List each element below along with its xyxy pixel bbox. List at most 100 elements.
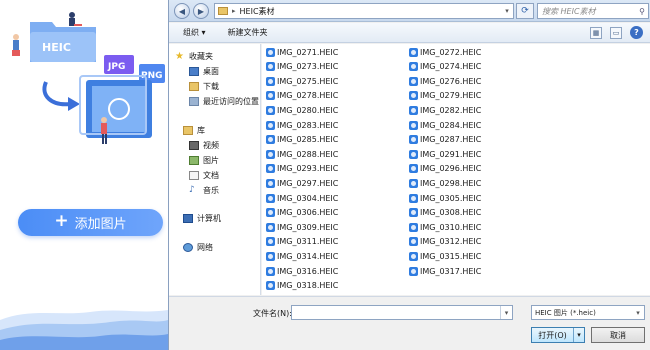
person-sitting-icon [69, 12, 82, 26]
address-bar[interactable]: ▸ HEIC素材 ▾ [214, 3, 514, 19]
file-name: IMG_0304.HEIC [277, 193, 339, 203]
file-item[interactable]: IMG_0278.HEIC [266, 90, 338, 102]
open-button[interactable]: 打开(O) ▾ [531, 327, 585, 343]
file-name: IMG_0311.HEIC [277, 237, 339, 247]
nav-computer[interactable]: 计算机 [183, 212, 221, 225]
file-name: IMG_0272.HEIC [420, 47, 482, 57]
search-input[interactable]: 搜索 HEIC素材 ⚲ [537, 3, 649, 19]
add-image-button[interactable]: + 添加图片 [18, 209, 163, 236]
file-item[interactable]: IMG_0318.HEIC [266, 280, 338, 292]
open-options-icon[interactable]: ▾ [573, 328, 584, 342]
organize-menu[interactable]: 组织 ▾ [183, 27, 206, 38]
heic-file-icon [409, 135, 418, 145]
file-type-value: HEIC 图片 (*.heic) [535, 308, 596, 317]
heic-file-icon [266, 281, 275, 291]
file-item[interactable]: IMG_0279.HEIC [409, 90, 481, 102]
file-item[interactable]: IMG_0287.HEIC [409, 134, 481, 146]
file-item[interactable]: IMG_0305.HEIC [409, 192, 481, 204]
person-pointing-icon [101, 117, 107, 144]
nav-music[interactable]: ♪ 音乐 [189, 184, 219, 197]
file-item[interactable]: IMG_0315.HEIC [409, 250, 481, 262]
heic-file-icon [409, 237, 418, 247]
file-item[interactable]: IMG_0314.HEIC [266, 250, 338, 262]
search-icon: ⚲ [639, 6, 645, 16]
file-item[interactable]: IMG_0312.HEIC [409, 236, 481, 248]
navigation-pane: ★ 收藏夹 桌面 下载 最近访问的位置 库 视频 图片 文档 ♪ 音乐 计算机 … [169, 44, 261, 295]
nav-downloads[interactable]: 下载 [189, 80, 219, 93]
file-item[interactable]: IMG_0304.HEIC [266, 192, 338, 204]
file-item[interactable]: IMG_0308.HEIC [409, 207, 481, 219]
preview-pane-icon[interactable]: ▭ [610, 26, 622, 39]
file-item[interactable]: IMG_0280.HEIC [266, 104, 338, 116]
file-item[interactable]: IMG_0311.HEIC [266, 236, 338, 248]
heic-file-icon [409, 164, 418, 174]
heic-file-icon [266, 120, 275, 130]
jpg-badge-label: JPG [107, 62, 125, 72]
network-icon [183, 243, 193, 252]
nav-favorites[interactable]: ★ 收藏夹 [175, 50, 213, 63]
file-item[interactable]: IMG_0306.HEIC [266, 207, 338, 219]
heic-file-icon [266, 193, 275, 203]
heic-file-icon [266, 164, 275, 174]
file-item[interactable]: IMG_0272.HEIC [409, 46, 481, 58]
file-item[interactable]: IMG_0288.HEIC [266, 148, 338, 160]
nav-videos[interactable]: 视频 [189, 139, 219, 152]
file-item[interactable]: IMG_0275.HEIC [266, 75, 338, 87]
videos-icon [189, 141, 199, 150]
filename-label: 文件名(N): [253, 309, 292, 318]
file-item[interactable]: IMG_0283.HEIC [266, 119, 338, 131]
file-type-select[interactable]: HEIC 图片 (*.heic) ▾ [531, 305, 645, 320]
file-item[interactable]: IMG_0276.HEIC [409, 75, 481, 87]
file-item[interactable]: IMG_0316.HEIC [266, 265, 338, 277]
back-button[interactable]: ◀ [174, 3, 190, 19]
downloads-folder-icon [189, 82, 199, 91]
nav-recent[interactable]: 最近访问的位置 [189, 95, 259, 108]
heic-file-icon [266, 135, 275, 145]
search-placeholder: 搜索 HEIC素材 [542, 6, 596, 16]
nav-downloads-label: 下载 [203, 82, 219, 91]
nav-network[interactable]: 网络 [183, 241, 213, 254]
nav-network-label: 网络 [197, 243, 213, 252]
refresh-button[interactable]: ⟳ [516, 3, 534, 19]
file-item[interactable]: IMG_0309.HEIC [266, 221, 338, 233]
star-icon: ★ [175, 51, 184, 62]
address-row: ◀ ▶ ▸ HEIC素材 ▾ ⟳ 搜索 HEIC素材 ⚲ [169, 0, 650, 22]
add-image-label: 添加图片 [74, 217, 127, 232]
file-name: IMG_0279.HEIC [420, 91, 482, 101]
nav-favorites-label: 收藏夹 [189, 52, 213, 61]
file-name: IMG_0280.HEIC [277, 105, 339, 115]
file-item[interactable]: IMG_0296.HEIC [409, 163, 481, 175]
help-icon[interactable]: ? [630, 26, 643, 39]
filename-field[interactable]: ▾ [291, 305, 513, 320]
nav-pictures[interactable]: 图片 [189, 154, 219, 167]
file-item[interactable]: IMG_0317.HEIC [409, 265, 481, 277]
new-folder-button[interactable]: 新建文件夹 [228, 27, 268, 38]
cancel-button[interactable]: 取消 [591, 327, 645, 343]
file-item[interactable]: IMG_0273.HEIC [266, 61, 338, 73]
file-name: IMG_0282.HEIC [420, 105, 482, 115]
file-item[interactable]: IMG_0271.HEIC [266, 46, 338, 58]
file-item[interactable]: IMG_0284.HEIC [409, 119, 481, 131]
view-options-icon[interactable]: ▦ [590, 26, 602, 39]
forward-button[interactable]: ▶ [193, 3, 209, 19]
documents-icon [189, 171, 199, 180]
file-item[interactable]: IMG_0291.HEIC [409, 148, 481, 160]
file-item[interactable]: IMG_0274.HEIC [409, 61, 481, 73]
file-name: IMG_0291.HEIC [420, 149, 482, 159]
file-item[interactable]: IMG_0298.HEIC [409, 177, 481, 189]
nav-documents-label: 文档 [203, 171, 219, 180]
file-item[interactable]: IMG_0310.HEIC [409, 221, 481, 233]
file-item[interactable]: IMG_0297.HEIC [266, 177, 338, 189]
nav-pictures-label: 图片 [203, 156, 219, 165]
filename-dropdown-icon[interactable]: ▾ [500, 306, 512, 319]
breadcrumb-folder[interactable]: HEIC素材 [240, 6, 275, 17]
address-dropdown-icon[interactable]: ▾ [501, 7, 513, 15]
nav-desktop-label: 桌面 [203, 67, 219, 76]
nav-desktop[interactable]: 桌面 [189, 65, 219, 78]
file-item[interactable]: IMG_0282.HEIC [409, 104, 481, 116]
nav-libraries[interactable]: 库 [183, 124, 205, 137]
file-item[interactable]: IMG_0293.HEIC [266, 163, 338, 175]
nav-documents[interactable]: 文档 [189, 169, 219, 182]
file-item[interactable]: IMG_0285.HEIC [266, 134, 338, 146]
heic-file-icon [266, 178, 275, 188]
